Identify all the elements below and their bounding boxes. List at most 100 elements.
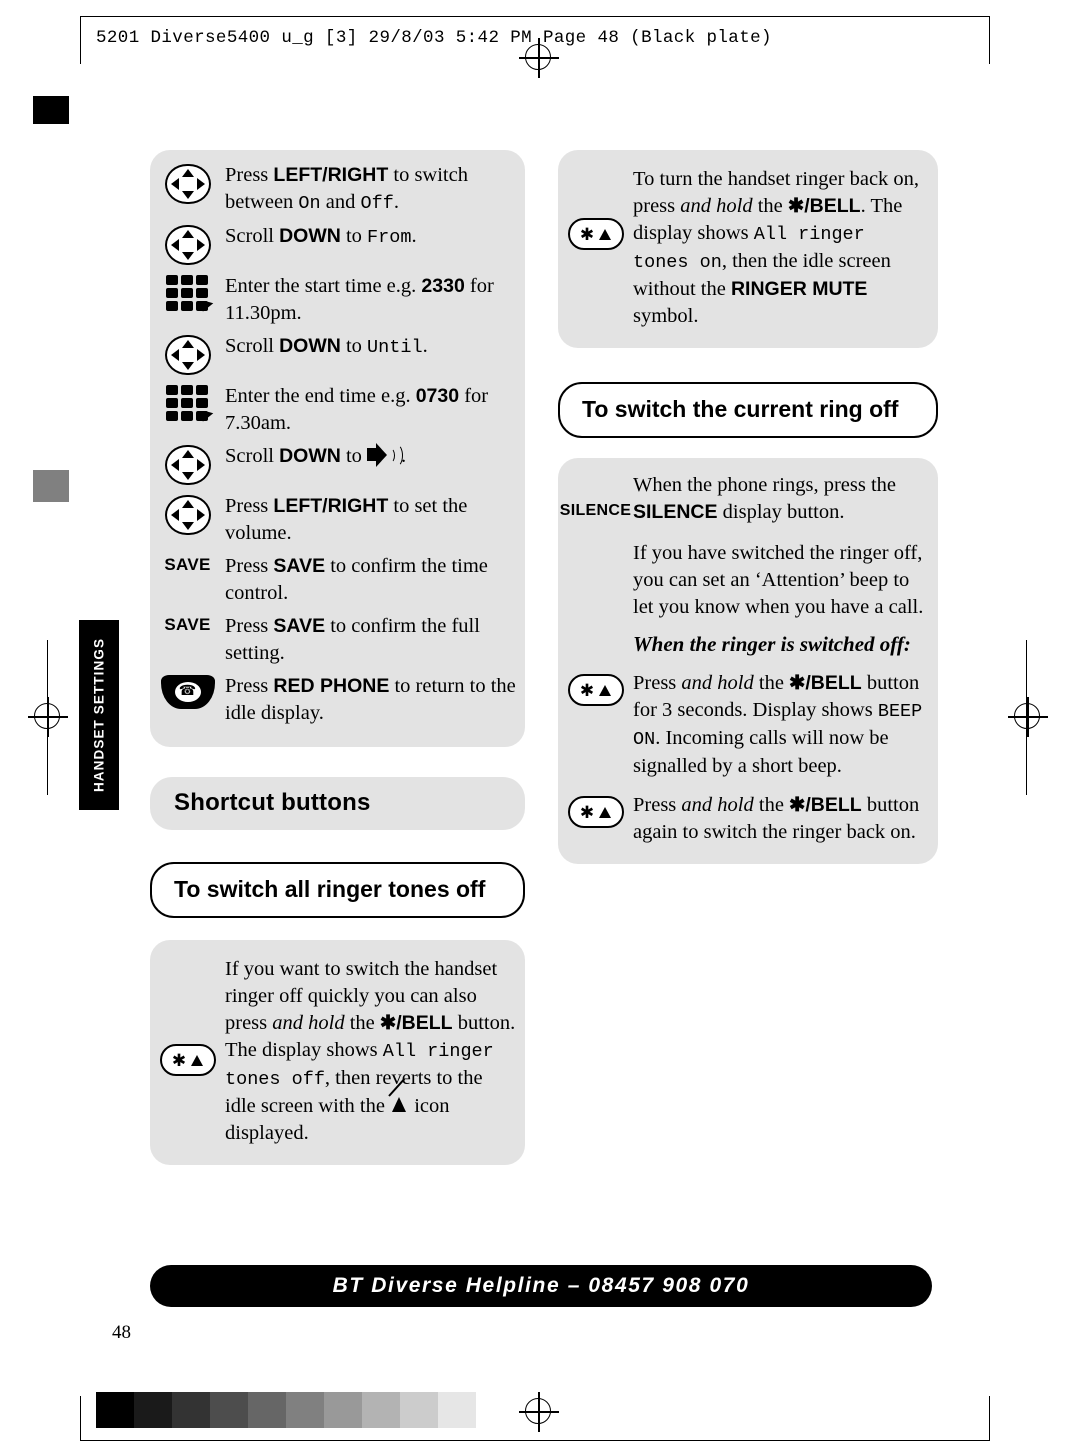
greyscale-swatch xyxy=(286,1392,324,1428)
step-icon-slot xyxy=(150,223,225,265)
text-run: symbol. xyxy=(633,305,699,327)
instruction-step: Scroll DOWN to . xyxy=(150,443,525,487)
emphasis-bold: LEFT/RIGHT xyxy=(273,495,389,517)
registration-mark-icon xyxy=(1008,697,1048,737)
emphasis-italic: and hold xyxy=(681,794,754,816)
navigation-pad-icon xyxy=(164,164,211,204)
step-text: Enter the start time e.g. 2330 for 11.30… xyxy=(225,273,525,327)
text-run: Scroll xyxy=(225,445,280,467)
callout-body-panel-all-ringer-tones-off: ✱ If you want to switch the handset ring… xyxy=(150,940,525,1165)
step-text: Press LEFT/RIGHT to set the volume. xyxy=(225,493,525,547)
text-run: the xyxy=(753,672,790,694)
navigation-pad-icon xyxy=(164,445,211,485)
instruction-step: SAVE Press SAVE to confirm the full setti… xyxy=(150,613,525,667)
emphasis-bold: LEFT/RIGHT xyxy=(273,164,389,186)
greyscale-swatch xyxy=(324,1392,362,1428)
step-icon-slot: SAVE xyxy=(150,613,225,635)
silence-softkey-label: SILENCE xyxy=(559,502,632,519)
paragraph-ringer-back-on-again: Press and hold the ✱/BELL button again t… xyxy=(633,792,938,846)
paragraph-beep-on: Press and hold the ✱/BELL button for 3 s… xyxy=(633,670,938,780)
greyscale-swatch xyxy=(362,1392,400,1428)
text-run: to xyxy=(340,335,368,357)
text-run: the xyxy=(344,1012,380,1034)
greyscale-swatch xyxy=(134,1392,172,1428)
navigation-pad-icon xyxy=(164,335,211,375)
emphasis-bold: DOWN xyxy=(279,225,341,247)
crop-mark-bottom-left xyxy=(80,1396,81,1440)
paragraph-attention-beep: If you have switched the ringer off, you… xyxy=(633,540,938,621)
helpline-text: BT Diverse Helpline – 08457 908 070 xyxy=(332,1274,750,1297)
callout-heading-current-ring-off: To switch the current ring off xyxy=(558,382,938,438)
emphasis-bold: DOWN xyxy=(279,445,341,467)
keypad-icon xyxy=(165,275,213,314)
panel-current-ring-off: SILENCE When the phone rings, press the … xyxy=(558,458,938,864)
instruction-step: Scroll DOWN to From. xyxy=(150,223,525,267)
instruction-step: Press LEFT/RIGHT to switch between On an… xyxy=(150,162,525,217)
instruction-step: Press LEFT/RIGHT to set the volume. xyxy=(150,493,525,547)
save-softkey-label: SAVE xyxy=(164,615,211,634)
red-phone-icon: ☎ xyxy=(160,675,215,709)
section-tab-label: HANDSET SETTINGS xyxy=(91,637,107,793)
instruction-step: ☎ Press RED PHONE to return to the idle d… xyxy=(150,673,525,727)
text-run: . xyxy=(422,335,428,357)
emphasis-bold: DOWN xyxy=(279,335,341,357)
crop-mark-top xyxy=(80,16,990,17)
text-run: display button. xyxy=(717,501,845,523)
greyscale-swatch xyxy=(438,1392,476,1428)
emphasis-bold: ✱/BELL xyxy=(787,195,861,217)
emphasis-bold: 2330 xyxy=(421,275,465,297)
greyscale-swatch xyxy=(400,1392,438,1428)
callout-current-ring-off-wrap: To switch the current ring off xyxy=(558,382,938,438)
crop-mark-top-left xyxy=(80,16,81,64)
crop-mark-bottom-right xyxy=(989,1396,990,1440)
display-text: Until xyxy=(367,337,423,358)
star-bell-key-icon: ✱ xyxy=(567,674,624,706)
step-icon-slot xyxy=(150,383,225,424)
crop-mark-top-right xyxy=(989,16,990,64)
print-slug-line: 5201 Diverse5400 u_g [3] 29/8/03 5:42 PM… xyxy=(96,28,772,48)
emphasis-bold: SILENCE xyxy=(633,501,718,523)
callout-body-text-all-ringer-tones-off: If you want to switch the handset ringer… xyxy=(225,956,525,1147)
registration-mark-icon xyxy=(28,697,68,737)
step-text: Press RED PHONE to return to the idle di… xyxy=(225,673,525,727)
step-text: Press LEFT/RIGHT to switch between On an… xyxy=(225,162,525,217)
left-column: Press LEFT/RIGHT to switch between On an… xyxy=(150,150,525,1165)
text-run: Press xyxy=(225,164,274,186)
text-run: and xyxy=(320,191,361,213)
instruction-step: SAVE Press SAVE to confirm the time contr… xyxy=(150,553,525,607)
volume-icon xyxy=(367,443,404,467)
text-run: the xyxy=(753,794,790,816)
text-run: . xyxy=(393,191,399,213)
instruction-step: Enter the start time e.g. 2330 for 11.30… xyxy=(150,273,525,327)
text-run: . Incoming calls will now be signalled b… xyxy=(633,727,889,777)
step-instruction-panel: Press LEFT/RIGHT to switch between On an… xyxy=(150,150,525,747)
greyscale-swatch xyxy=(248,1392,286,1428)
step-icon-slot xyxy=(150,443,225,485)
text-run: to xyxy=(340,225,368,247)
emphasis-bold: 0730 xyxy=(415,385,460,407)
section-heading-shortcut-buttons: Shortcut buttons xyxy=(150,777,525,830)
callout-heading-all-ringer-tones-off: To switch all ringer tones off xyxy=(150,862,525,918)
greyscale-calibration-bar xyxy=(96,1392,476,1428)
emphasis-bold: ✱/BELL xyxy=(789,794,862,816)
navigation-pad-icon xyxy=(164,225,211,265)
instruction-step: Enter the end time e.g. 0730 for 7.30am. xyxy=(150,383,525,437)
greyscale-swatch xyxy=(210,1392,248,1428)
helpline-banner: BT Diverse Helpline – 08457 908 070 xyxy=(150,1265,932,1307)
star-bell-key-icon: ✱ xyxy=(159,1044,216,1076)
crop-mark-bottom xyxy=(80,1440,990,1441)
navigation-pad-icon xyxy=(164,495,211,535)
step-text: Press SAVE to confirm the time control. xyxy=(225,553,525,607)
paragraph-ringer-back-on: To turn the handset ringer back on, pres… xyxy=(633,166,938,330)
emphasis-bold: ✱/BELL xyxy=(789,672,862,694)
subheading-when-ringer-switched-off: When the ringer is switched off: xyxy=(633,632,911,656)
text-run: Scroll xyxy=(225,335,280,357)
callout-all-ringer-tones-off-wrap: To switch all ringer tones off xyxy=(150,862,525,918)
emphasis-bold: RINGER MUTE xyxy=(730,278,868,300)
emphasis-italic: and hold xyxy=(681,672,754,694)
registration-mark-icon xyxy=(519,1392,559,1432)
step-text: Scroll DOWN to . xyxy=(225,443,414,470)
step-icon-slot xyxy=(150,493,225,535)
display-text: On xyxy=(298,193,321,214)
emphasis-bold: SAVE xyxy=(273,615,326,637)
